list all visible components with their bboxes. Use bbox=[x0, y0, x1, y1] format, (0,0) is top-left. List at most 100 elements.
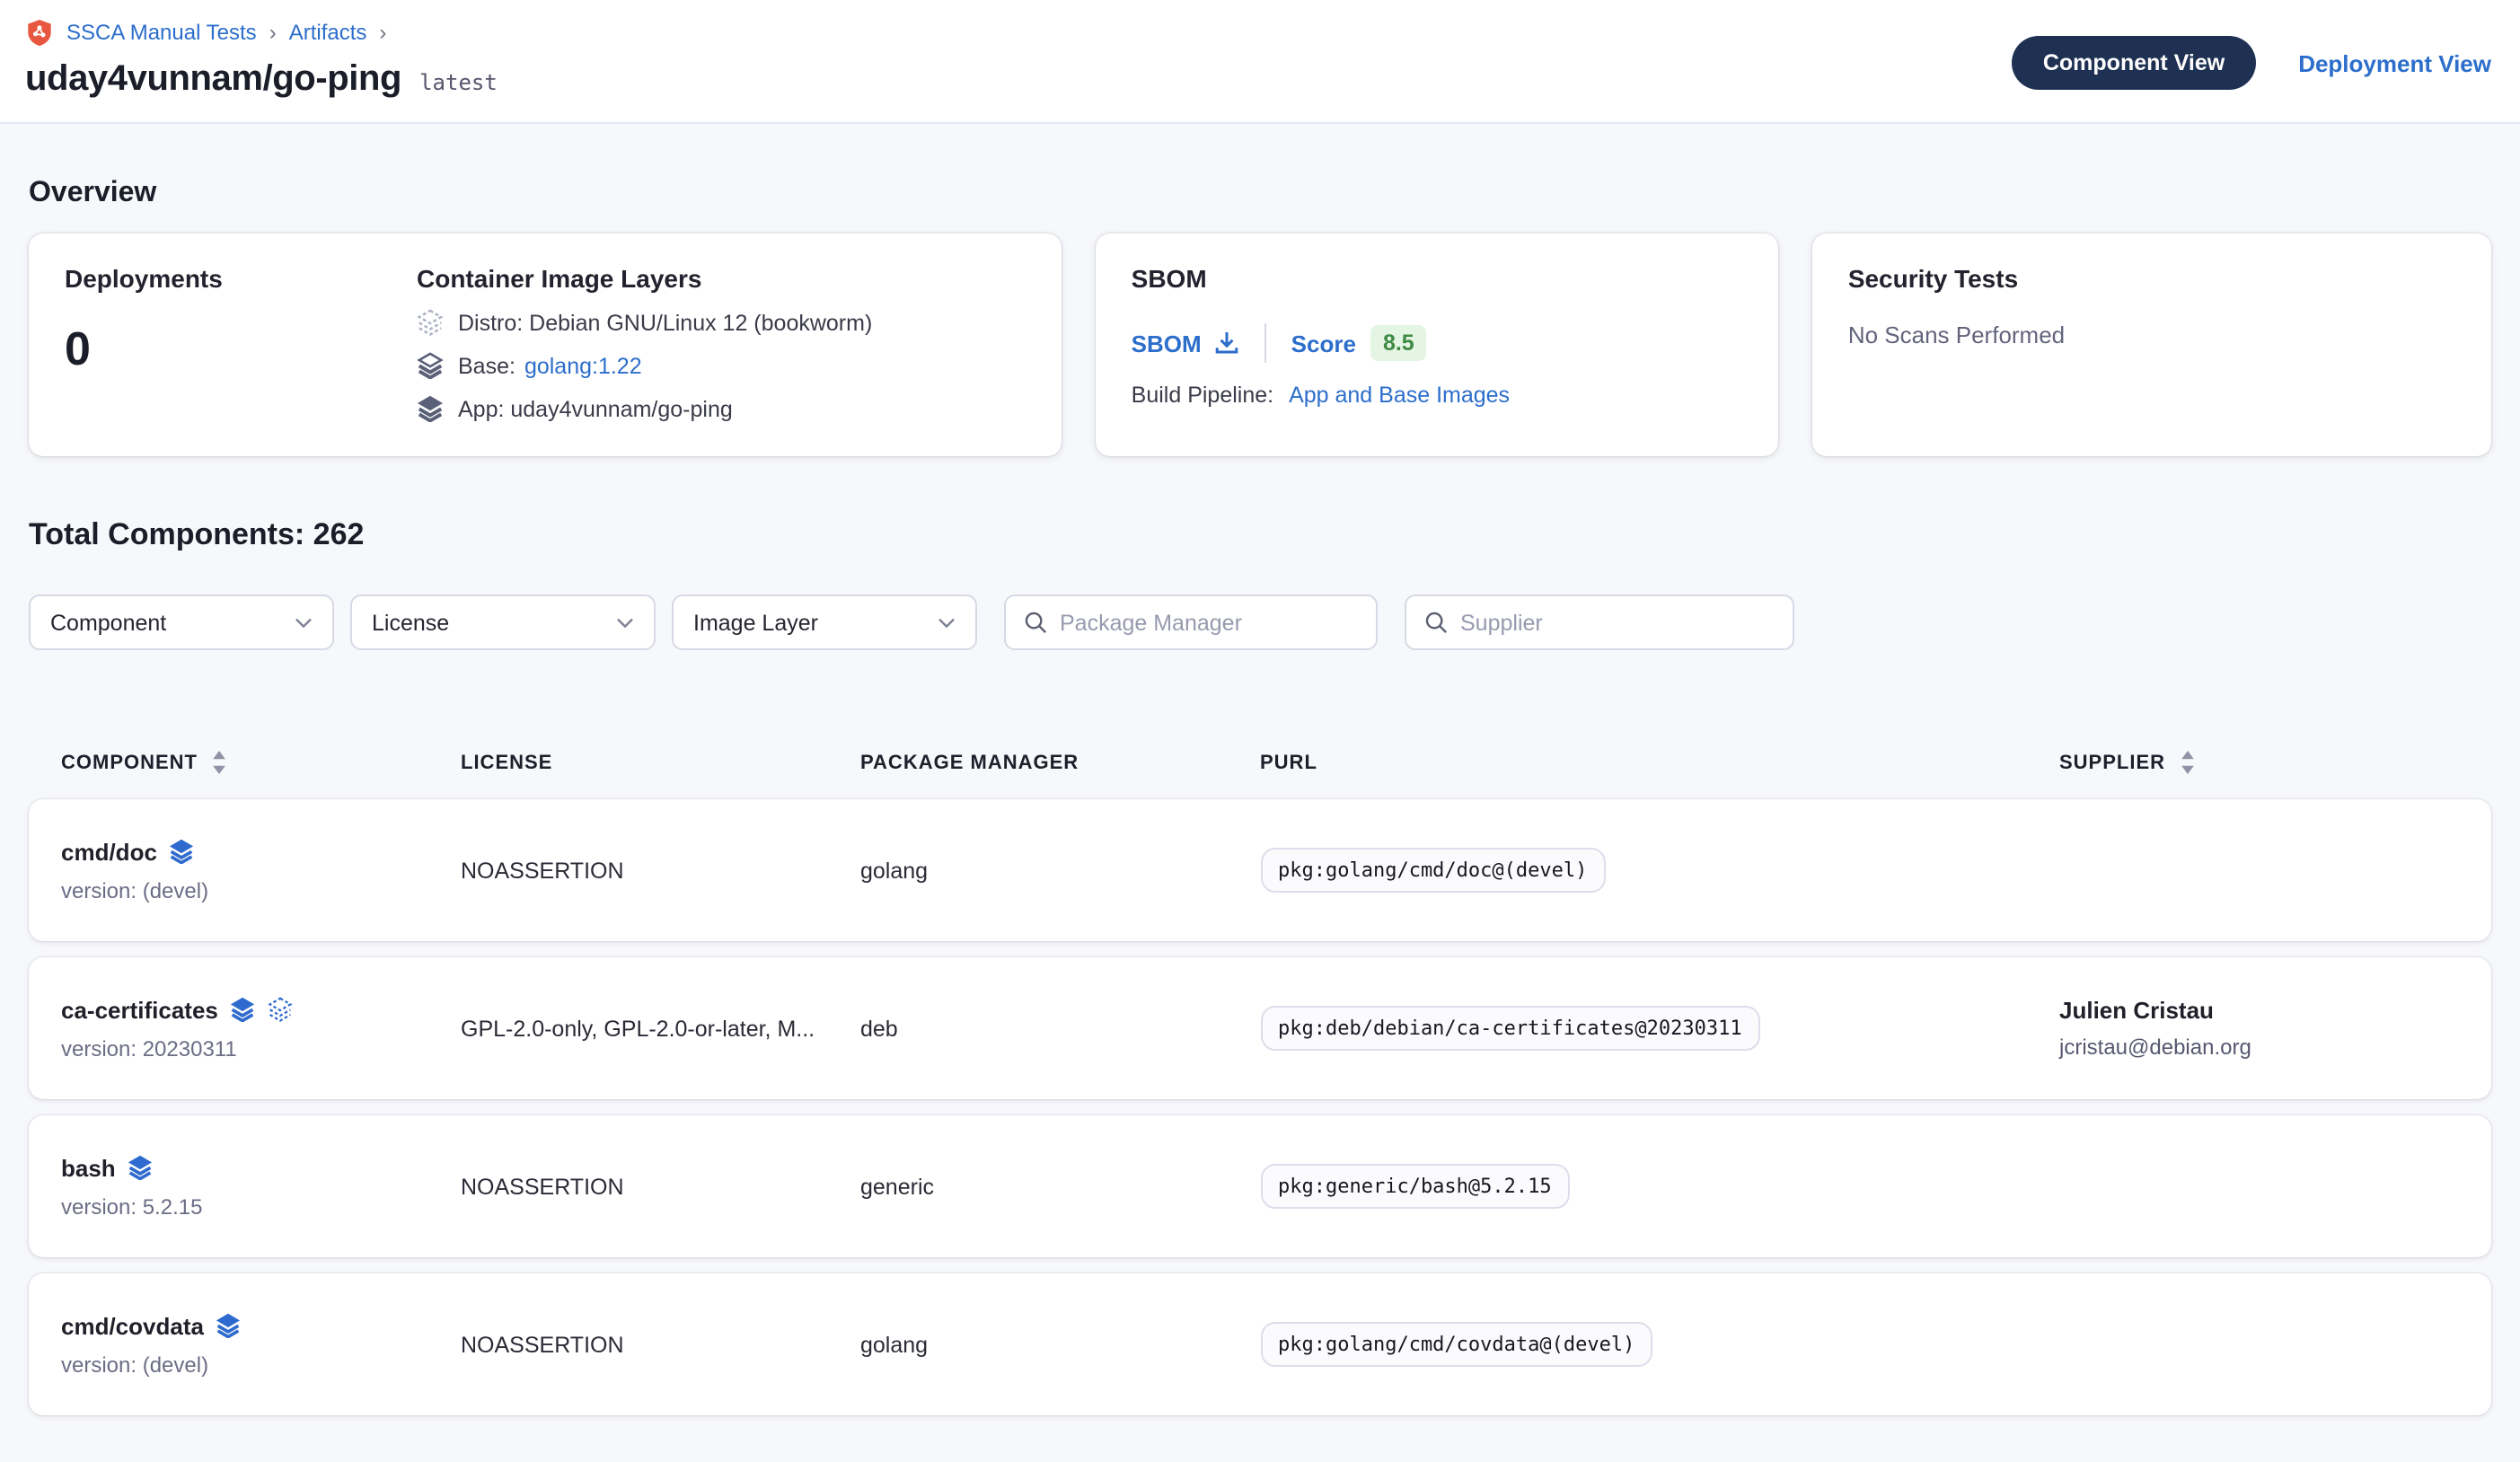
component-name: bash bbox=[61, 1154, 116, 1181]
purl-chip: pkg:golang/cmd/doc@(devel) bbox=[1260, 848, 1605, 893]
package-manager-search-input[interactable] bbox=[1060, 610, 1358, 635]
component-view-button[interactable]: Component View bbox=[2013, 36, 2255, 90]
security-tests-status: No Scans Performed bbox=[1848, 321, 2455, 348]
title-row: uday4vunnam/go-ping latest bbox=[25, 59, 498, 101]
layers-filled-icon bbox=[128, 1155, 154, 1180]
purl-header-label: PURL bbox=[1260, 752, 1317, 773]
component-name: cmd/doc bbox=[61, 838, 157, 865]
breadcrumb-link-artifacts[interactable]: Artifacts bbox=[289, 20, 367, 45]
sbom-card: SBOM SBOM Score 8.5 Build Pipeline: App … bbox=[1096, 233, 1778, 456]
layers-filled-icon bbox=[170, 839, 195, 864]
table-header: COMPONENT LICENSE PACKAGE MANAGER PURL S… bbox=[29, 751, 2491, 799]
supplier-name: Julien Cristau bbox=[2059, 997, 2459, 1024]
build-pipeline-label: Build Pipeline: bbox=[1132, 383, 1273, 408]
chevron-down-icon bbox=[295, 617, 313, 628]
layer-line-distro: Distro: Debian GNU/Linux 12 (bookworm) bbox=[417, 309, 872, 336]
component-filter-label: Component bbox=[50, 610, 166, 635]
component-version: version: 5.2.15 bbox=[61, 1193, 461, 1219]
version-tag: latest bbox=[419, 70, 498, 95]
build-pipeline-link[interactable]: App and Base Images bbox=[1289, 383, 1510, 408]
sbom-download-link[interactable]: SBOM bbox=[1132, 330, 1239, 357]
component-filter-dropdown[interactable]: Component bbox=[29, 594, 334, 650]
chevron-down-icon bbox=[938, 617, 956, 628]
package-manager-cell: golang bbox=[860, 1332, 1260, 1357]
sbom-row: SBOM Score 8.5 bbox=[1132, 323, 1742, 363]
sort-icon[interactable] bbox=[212, 751, 226, 774]
base-label: Base: bbox=[458, 353, 515, 378]
layers-outline-icon bbox=[417, 309, 444, 336]
component-cell: bash version: 5.2.15 bbox=[61, 1154, 461, 1219]
column-header-license: LICENSE bbox=[461, 752, 860, 773]
component-version: version: (devel) bbox=[61, 877, 461, 903]
table-row: cmd/doc version: (devel) NOASSERTION gol… bbox=[29, 799, 2491, 941]
column-header-component[interactable]: COMPONENT bbox=[61, 751, 461, 774]
total-components-heading: Total Components: 262 bbox=[29, 517, 2491, 553]
license-cell: NOASSERTION bbox=[461, 1174, 860, 1199]
overview-cards: Deployments 0 Container Image Layers Dis… bbox=[29, 233, 2491, 456]
deployments-count: 0 bbox=[65, 321, 417, 377]
deployments-block: Deployments 0 bbox=[65, 264, 417, 426]
layers-filled-icon bbox=[216, 1313, 242, 1338]
purl-chip: pkg:deb/debian/ca-certificates@20230311 bbox=[1260, 1006, 1760, 1051]
breadcrumb-link-project[interactable]: SSCA Manual Tests bbox=[66, 20, 257, 45]
purl-cell: pkg:deb/debian/ca-certificates@20230311 bbox=[1260, 1006, 2059, 1051]
license-header-label: LICENSE bbox=[461, 752, 552, 773]
component-version: version: (devel) bbox=[61, 1352, 461, 1377]
deployments-label: Deployments bbox=[65, 264, 417, 293]
search-icon bbox=[1024, 611, 1047, 634]
page-title: uday4vunnam/go-ping bbox=[25, 59, 401, 101]
download-icon bbox=[1214, 330, 1239, 356]
component-cell: ca-certificates version: 20230311 bbox=[61, 996, 461, 1061]
table-row: ca-certificates version: 20230311 GPL-2.… bbox=[29, 957, 2491, 1099]
distro-text: Distro: Debian GNU/Linux 12 (bookworm) bbox=[458, 310, 872, 335]
sbom-heading: SBOM bbox=[1132, 264, 1742, 293]
ssca-shield-logo-icon bbox=[25, 18, 54, 47]
security-tests-card: Security Tests No Scans Performed bbox=[1812, 233, 2491, 456]
deployments-layers-card: Deployments 0 Container Image Layers Dis… bbox=[29, 233, 1062, 456]
view-toggle: Component View Deployment View bbox=[2013, 36, 2491, 90]
sort-icon[interactable] bbox=[2180, 751, 2194, 774]
build-pipeline-row: Build Pipeline: App and Base Images bbox=[1132, 383, 1742, 408]
purl-cell: pkg:generic/bash@5.2.15 bbox=[1260, 1164, 2059, 1209]
license-filter-dropdown[interactable]: License bbox=[350, 594, 656, 650]
score-badge: 8.5 bbox=[1370, 325, 1427, 361]
table-row: bash version: 5.2.15 NOASSERTION generic… bbox=[29, 1115, 2491, 1257]
supplier-search bbox=[1405, 594, 1794, 650]
package-manager-cell: golang bbox=[860, 858, 1260, 883]
purl-chip: pkg:generic/bash@5.2.15 bbox=[1260, 1164, 1570, 1209]
security-tests-heading: Security Tests bbox=[1848, 264, 2455, 293]
chevron-down-icon bbox=[616, 617, 634, 628]
column-header-package-manager: PACKAGE MANAGER bbox=[860, 752, 1260, 773]
purl-cell: pkg:golang/cmd/covdata@(devel) bbox=[1260, 1322, 2059, 1367]
base-image-link[interactable]: golang:1.22 bbox=[524, 353, 642, 378]
purl-chip: pkg:golang/cmd/covdata@(devel) bbox=[1260, 1322, 1652, 1367]
layers-filled-icon bbox=[417, 395, 444, 422]
vertical-divider bbox=[1264, 323, 1266, 363]
layer-line-base: Base: golang:1.22 bbox=[417, 352, 872, 379]
app-text: App: uday4vunnam/go-ping bbox=[458, 396, 733, 421]
deployment-view-link[interactable]: Deployment View bbox=[2298, 49, 2491, 76]
page: SSCA Manual Tests › Artifacts › uday4vun… bbox=[0, 0, 2520, 1462]
layers-outline-icon bbox=[269, 997, 294, 1022]
supplier-search-input[interactable] bbox=[1460, 610, 1775, 635]
breadcrumb-separator: › bbox=[379, 20, 386, 45]
license-filter-label: License bbox=[372, 610, 449, 635]
image-layers-label: Container Image Layers bbox=[417, 264, 872, 293]
main-content: Overview Deployments 0 Container Image L… bbox=[0, 178, 2520, 1415]
page-header: SSCA Manual Tests › Artifacts › uday4vun… bbox=[0, 0, 2520, 124]
score-label: Score bbox=[1291, 330, 1356, 357]
license-cell: GPL-2.0-only, GPL-2.0-or-later, M... bbox=[461, 1016, 860, 1041]
column-header-purl: PURL bbox=[1260, 752, 2059, 773]
table-row: cmd/covdata version: (devel) NOASSERTION… bbox=[29, 1273, 2491, 1415]
package-manager-cell: deb bbox=[860, 1016, 1260, 1041]
header-left: SSCA Manual Tests › Artifacts › uday4vun… bbox=[25, 18, 498, 101]
overview-heading: Overview bbox=[29, 178, 2491, 210]
image-layer-filter-dropdown[interactable]: Image Layer bbox=[672, 594, 977, 650]
component-name: cmd/covdata bbox=[61, 1312, 204, 1339]
package-manager-search bbox=[1004, 594, 1378, 650]
supplier-cell: Julien Cristau jcristau@debian.org bbox=[2059, 997, 2459, 1060]
layers-filled-icon bbox=[231, 997, 256, 1022]
component-header-label: COMPONENT bbox=[61, 752, 198, 773]
purl-cell: pkg:golang/cmd/doc@(devel) bbox=[1260, 848, 2059, 893]
column-header-supplier[interactable]: SUPPLIER bbox=[2059, 751, 2459, 774]
